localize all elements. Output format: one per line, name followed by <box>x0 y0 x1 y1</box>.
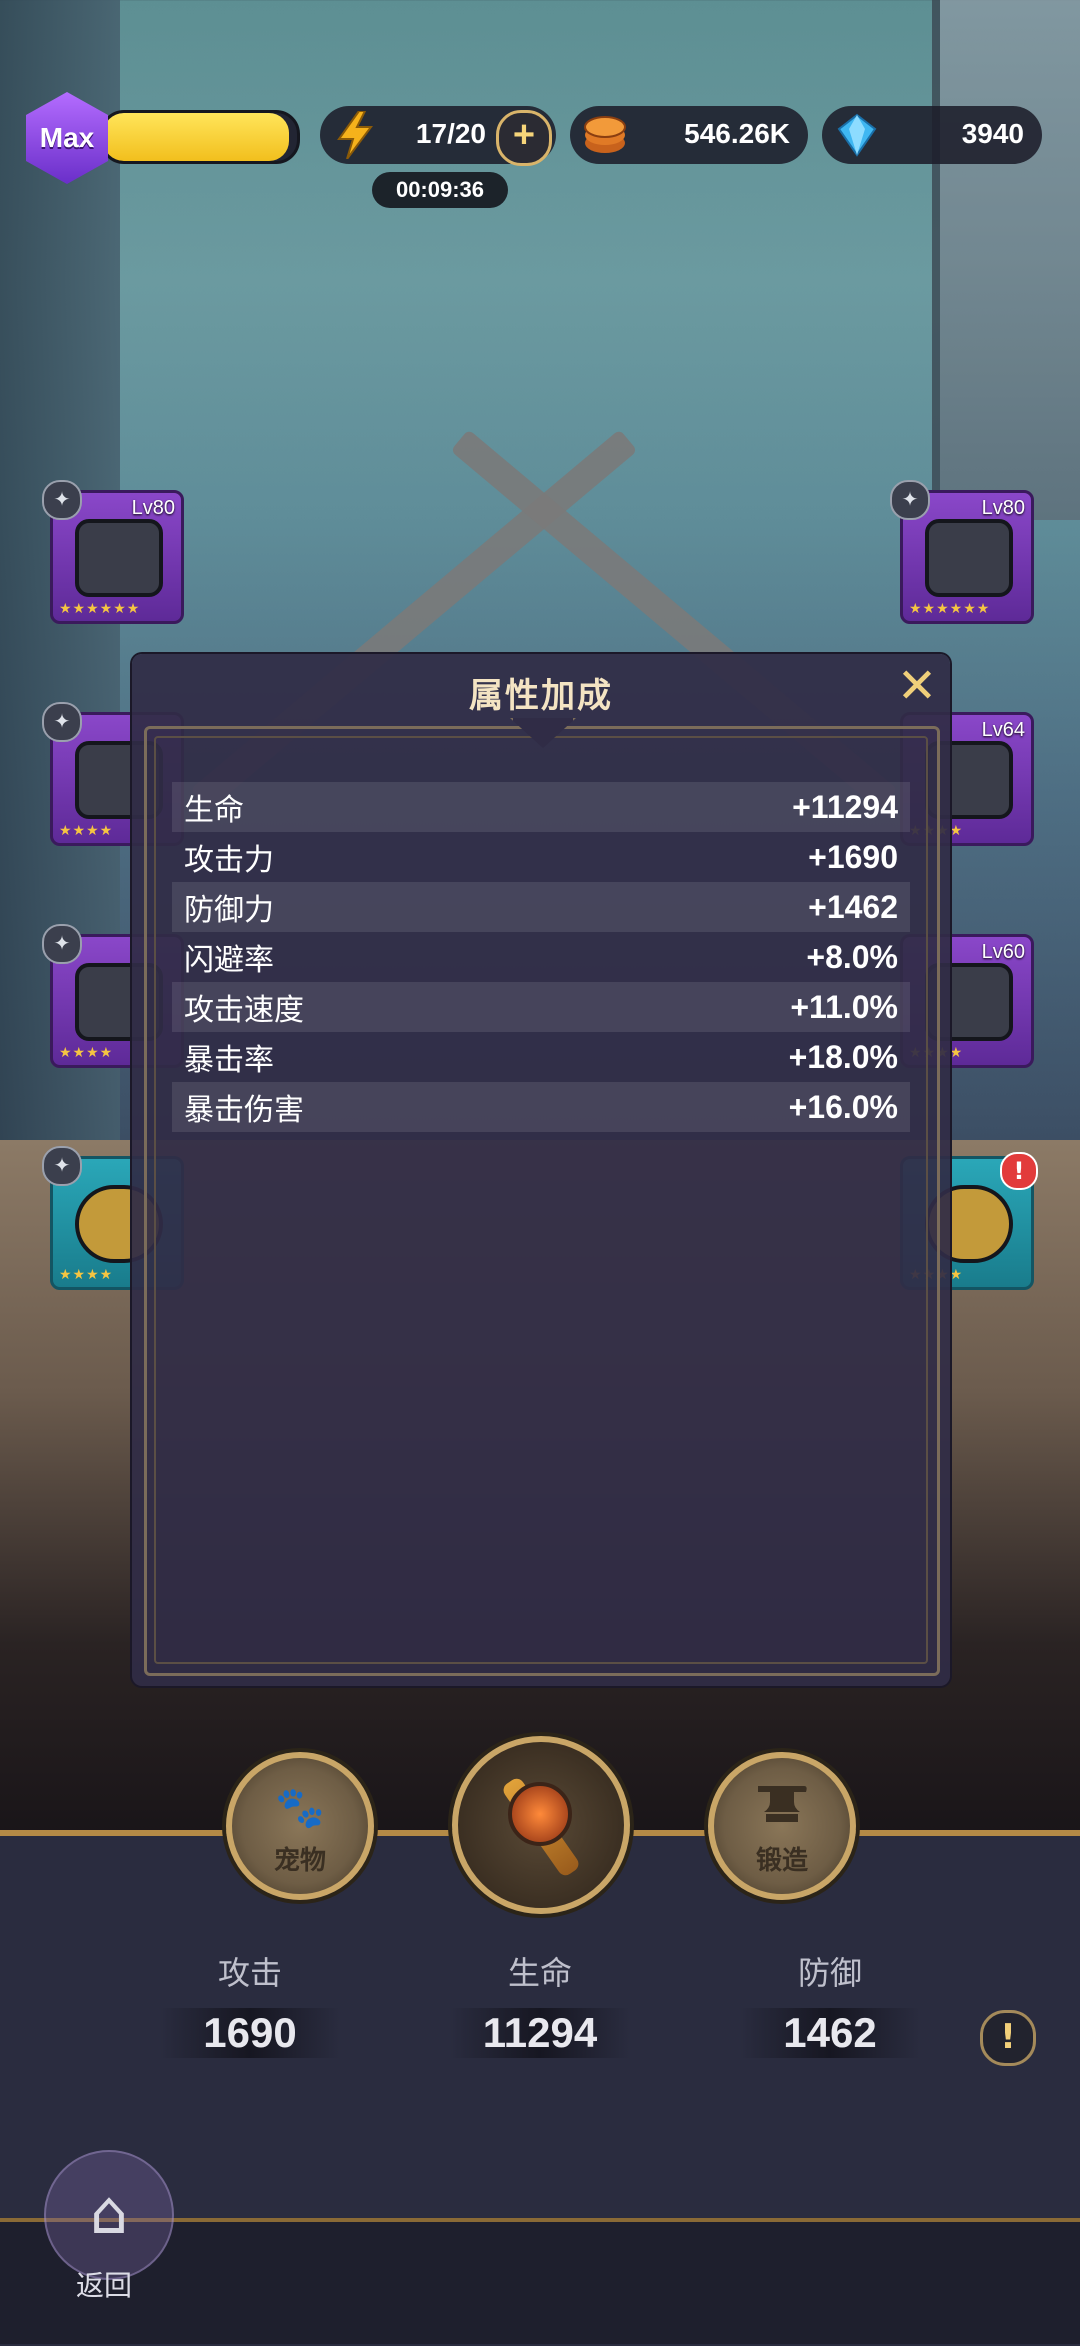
summary-label: 生命 <box>507 1954 572 1992</box>
stat-row-hp: 生命 +11294 <box>172 782 910 832</box>
pet-label: 宠物 <box>273 1846 326 1876</box>
stat-row-attack: 攻击力 +1690 <box>172 832 910 882</box>
slot-stars: ★★★★ <box>59 823 114 839</box>
back-label: 返回 <box>76 2269 133 2302</box>
stat-value: +1462 <box>808 888 898 925</box>
exclamation-icon: ! <box>1000 2017 1016 2057</box>
slot-stars: ★★★★★★ <box>909 601 991 617</box>
close-button[interactable]: ✕ <box>894 662 940 710</box>
stat-list: 生命 +11294 攻击力 +1690 防御力 +1462 闪避率 +8.0% … <box>172 782 910 1132</box>
stat-label: 暴击率 <box>184 1043 274 1078</box>
gem-counter: 3940 <box>822 106 1042 164</box>
summary-label: 攻击 <box>217 1954 282 1992</box>
add-energy-button[interactable]: + <box>496 110 552 166</box>
stat-label: 闪避率 <box>184 943 274 978</box>
modal-title: 属性加成 <box>469 676 613 716</box>
gauntlet-icon <box>925 519 1013 597</box>
slot-type-icon: ✦ <box>890 480 930 520</box>
slot-type-icon: ✦ <box>42 702 82 742</box>
slot-stars: ★★★★★★ <box>59 601 141 617</box>
stat-value: +18.0% <box>788 1038 898 1075</box>
lightning-icon <box>330 110 380 160</box>
stat-value: +1690 <box>808 838 898 875</box>
xp-bar <box>100 110 300 164</box>
slot-level: Lv64 <box>981 719 1025 741</box>
summary-value: 1690 <box>160 2008 340 2058</box>
alert-badge-icon: ! <box>1000 1152 1038 1190</box>
close-icon: ✕ <box>896 658 938 714</box>
summary-label: 防御 <box>797 1954 862 1992</box>
coin-counter: 546.26K <box>570 106 808 164</box>
diamond-icon <box>832 110 882 160</box>
stat-row-defense: 防御力 +1462 <box>172 882 910 932</box>
attribute-bonus-modal: 属性加成 ✕ 生命 +11294 攻击力 +1690 防御力 +1462 闪避率… <box>132 654 950 1686</box>
background-tower <box>932 0 1080 520</box>
stat-row-attack-speed: 攻击速度 +11.0% <box>172 982 910 1032</box>
home-icon: ⌂ <box>89 2178 129 2248</box>
slot-type-icon: ✦ <box>42 480 82 520</box>
stat-value: +11294 <box>792 788 898 825</box>
summary-attack: 攻击 1690 <box>160 1948 340 2058</box>
summary-defense: 防御 1462 <box>740 1948 920 2058</box>
stat-label: 攻击速度 <box>184 993 304 1028</box>
stat-label: 暴击伤害 <box>184 1093 304 1128</box>
coin-value: 546.26K <box>684 118 790 149</box>
stat-value: +16.0% <box>788 1088 898 1125</box>
summary-hp: 生命 11294 <box>450 1948 630 2058</box>
stat-label: 攻击力 <box>184 843 274 878</box>
stat-label: 生命 <box>184 793 244 828</box>
info-button[interactable]: ! <box>980 2010 1036 2066</box>
staff-orb <box>508 1782 572 1846</box>
summary-value: 1462 <box>740 2008 920 2058</box>
slot-level: Lv80 <box>981 497 1025 519</box>
forge-button[interactable]: 锻造 <box>708 1752 856 1900</box>
helmet-icon <box>75 519 163 597</box>
stat-row-crit-rate: 暴击率 +18.0% <box>172 1032 910 1082</box>
paw-icon: 🐾 <box>275 1785 325 1831</box>
summary-value: 11294 <box>450 2008 630 2058</box>
gem-value: 3940 <box>961 118 1024 149</box>
back-button[interactable]: ⌂ <box>44 2150 174 2280</box>
forge-label: 锻造 <box>755 1846 808 1876</box>
slot-type-icon: ✦ <box>42 1146 82 1186</box>
slot-type-icon: ✦ <box>42 924 82 964</box>
weapon-slot-button[interactable] <box>452 1736 630 1914</box>
slot-level: Lv80 <box>131 497 175 519</box>
player-level-badge[interactable]: Max <box>26 92 108 184</box>
stat-row-dodge: 闪避率 +8.0% <box>172 932 910 982</box>
energy-timer: 00:09:36 <box>372 172 508 208</box>
slot-stars: ★★★★ <box>59 1267 114 1283</box>
energy-counter: 17/20 + <box>320 106 556 166</box>
stat-label: 防御力 <box>184 893 274 928</box>
slot-level: Lv60 <box>981 941 1025 963</box>
xp-bar-fill <box>103 113 290 161</box>
coin-icon <box>580 110 630 160</box>
slot-stars: ★★★★ <box>59 1045 114 1061</box>
level-label: Max <box>26 92 108 184</box>
pet-button[interactable]: 🐾 宠物 <box>226 1752 374 1900</box>
stat-value: +11.0% <box>790 988 898 1025</box>
stat-value: +8.0% <box>806 938 898 975</box>
anvil-icon <box>714 1780 850 1834</box>
energy-value: 17/20 <box>415 118 486 149</box>
stat-row-crit-damage: 暴击伤害 +16.0% <box>172 1082 910 1132</box>
